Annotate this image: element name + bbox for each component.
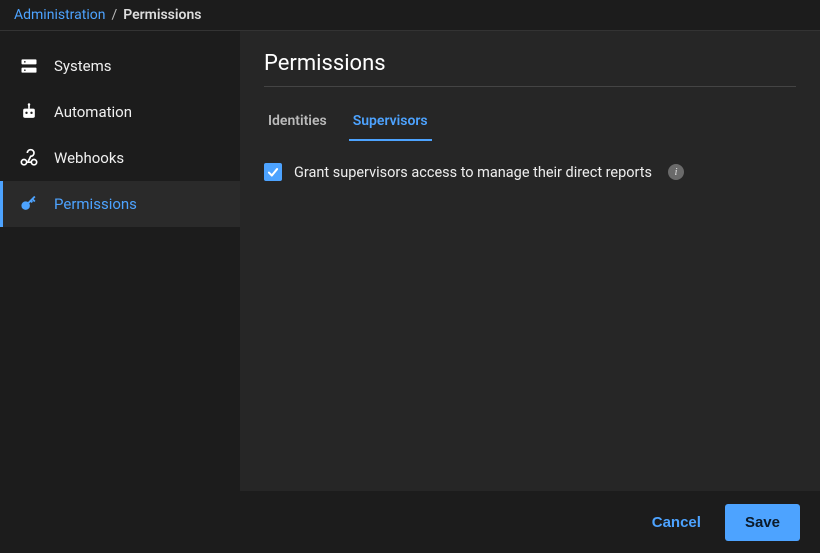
save-button[interactable]: Save	[725, 504, 800, 541]
tab-supervisors[interactable]: Supervisors	[349, 105, 432, 141]
sidebar: Systems Automation Webhooks Permissions	[0, 31, 240, 491]
page-title: Permissions	[264, 51, 796, 87]
grant-supervisors-label: Grant supervisors access to manage their…	[294, 164, 652, 181]
sidebar-item-systems[interactable]: Systems	[0, 43, 240, 89]
sidebar-item-label: Systems	[54, 57, 112, 75]
main-panel: Permissions Identities Supervisors Grant…	[240, 31, 820, 491]
tab-content: Grant supervisors access to manage their…	[264, 141, 796, 491]
sidebar-item-label: Automation	[54, 103, 132, 121]
sidebar-item-webhooks[interactable]: Webhooks	[0, 135, 240, 181]
breadcrumb-current: Permissions	[123, 7, 201, 23]
sidebar-item-label: Permissions	[54, 195, 137, 213]
tabs: Identities Supervisors	[264, 105, 796, 141]
footer: Cancel Save	[0, 491, 820, 553]
systems-icon	[18, 55, 40, 77]
automation-icon	[18, 101, 40, 123]
key-icon	[18, 193, 40, 215]
sidebar-item-label: Webhooks	[54, 149, 124, 167]
webhooks-icon	[18, 147, 40, 169]
sidebar-item-permissions[interactable]: Permissions	[0, 181, 240, 227]
breadcrumb: Administration / Permissions	[0, 0, 820, 31]
sidebar-item-automation[interactable]: Automation	[0, 89, 240, 135]
tab-identities[interactable]: Identities	[264, 105, 331, 141]
grant-supervisors-checkbox[interactable]	[264, 163, 282, 181]
breadcrumb-parent[interactable]: Administration	[14, 7, 105, 23]
cancel-button[interactable]: Cancel	[646, 506, 707, 539]
breadcrumb-separator: /	[111, 7, 117, 23]
check-icon	[266, 165, 280, 179]
grant-supervisors-row: Grant supervisors access to manage their…	[264, 163, 796, 181]
info-icon[interactable]: i	[668, 164, 684, 180]
